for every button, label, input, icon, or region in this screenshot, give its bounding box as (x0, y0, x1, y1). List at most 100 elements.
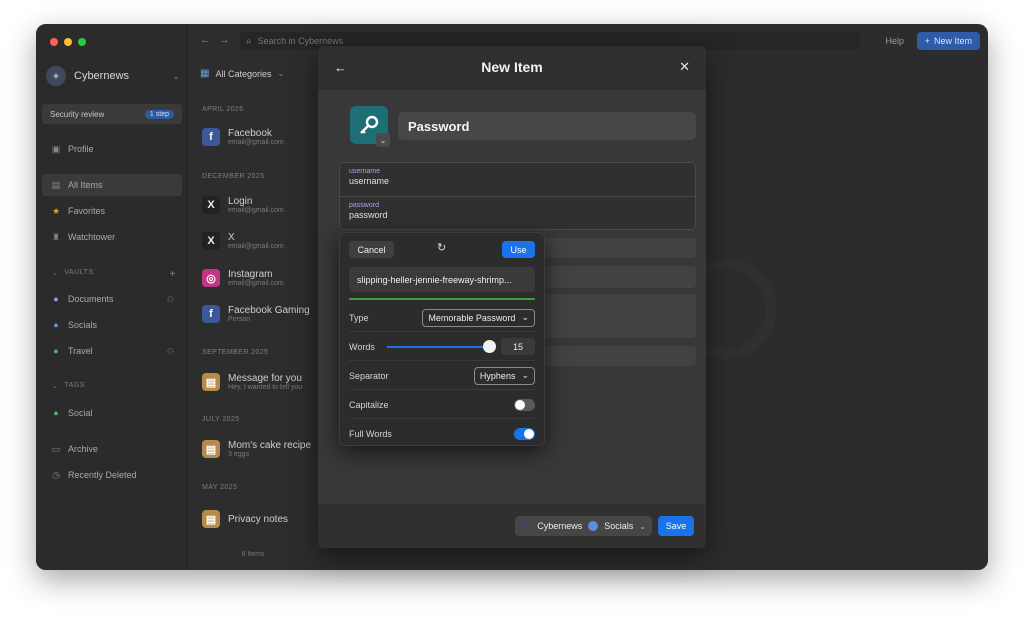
list-item-title: Facebook (228, 128, 272, 139)
separator-row: Separator Hyphens ⌄ (349, 362, 535, 390)
back-arrow-icon[interactable]: ← (200, 34, 211, 46)
list-item-title: Instagram (228, 269, 273, 280)
list-group-header: APRIL 2026 (202, 106, 244, 113)
icon-picker-button[interactable]: ⌄ (376, 133, 390, 147)
item-name-field[interactable]: Password (398, 112, 696, 140)
plus-icon[interactable]: + (170, 269, 176, 280)
list-item[interactable]: ▤ Privacy notes (202, 510, 317, 528)
sidebar-item-travel[interactable]: ● Travel ⚇ (42, 340, 182, 362)
category-filter[interactable]: ▦ All Categories ⌄ (200, 68, 284, 79)
help-button[interactable]: Help (885, 36, 904, 46)
separator-select[interactable]: Hyphens ⌄ (473, 366, 535, 385)
full-words-label: Full Words (349, 429, 392, 439)
note-icon: ▤ (202, 440, 220, 458)
sidebar-item-documents[interactable]: ● Documents ⚇ (42, 288, 182, 310)
cancel-button[interactable]: Cancel (349, 241, 394, 258)
sidebar-item-label: Recently Deleted (68, 470, 137, 480)
save-button[interactable]: Save (658, 516, 694, 536)
sidebar-item-socials[interactable]: ● Socials (42, 314, 182, 336)
list-item-title: Mom's cake recipe (228, 440, 312, 451)
security-review-banner[interactable]: Security review 1 step (42, 104, 182, 124)
words-count-input[interactable]: 15 (501, 338, 535, 355)
search-input[interactable] (257, 36, 838, 46)
sidebar-item-watchtower[interactable]: ♜ Watchtower (42, 226, 182, 248)
password-field[interactable]: password password (340, 197, 695, 231)
list-item-subtitle: Hey, I wanted to tell you (228, 384, 303, 391)
new-item-label: New Item (933, 36, 972, 46)
toggle-knob (515, 399, 525, 410)
clock-icon: ◷ (52, 469, 60, 480)
generated-password[interactable]: slipping-heller-jennie-freeway-shrimp... (349, 267, 535, 292)
full-words-toggle[interactable] (514, 428, 535, 440)
list-item-title: Privacy notes (228, 513, 289, 525)
type-row: Type Memorable Password ⌄ (349, 304, 535, 332)
archive-icon: ▭ (51, 443, 61, 454)
new-item-button[interactable]: + New Item (916, 32, 980, 50)
list-item[interactable]: ◎ Instagram email@gmail.com (202, 269, 317, 287)
list-group-header: DECEMBER 2025 (202, 173, 265, 180)
list-item[interactable]: f Facebook email@gmail.com (202, 128, 317, 146)
sidebar-item-favorites[interactable]: ★ Favorites (42, 200, 182, 222)
minimize-window-button[interactable] (64, 38, 72, 46)
use-button[interactable]: Use (502, 241, 535, 258)
list-item-subtitle: email@gmail.com (228, 139, 284, 146)
close-icon[interactable]: ✕ (679, 59, 690, 75)
capitalize-row: Capitalize (349, 391, 535, 419)
words-slider[interactable] (386, 339, 496, 353)
sidebar-item-archive[interactable]: ▭ Archive (42, 438, 182, 460)
forward-arrow-icon[interactable]: → (219, 34, 230, 46)
chevron-down-icon: ⌄ (521, 370, 529, 380)
tags-section-header[interactable]: ⌄ TAGS (52, 382, 176, 390)
sidebar-item-tag-social[interactable]: ● Social (42, 402, 182, 424)
password-strength-bar (349, 298, 535, 300)
chevron-down-icon: ⌄ (52, 270, 59, 277)
list-item-title: Message for you (228, 373, 302, 384)
dialog-header: ← New Item ✕ (318, 46, 706, 90)
plus-icon: + (924, 36, 930, 46)
vault-icon: ● (53, 346, 59, 356)
list-group-header: MAY 2025 (202, 484, 238, 491)
dialog-footer: Cybernews Socials ⌄ Save (318, 504, 706, 548)
vault-icon (588, 521, 599, 531)
item-count: 8 Items (241, 551, 265, 558)
account-switcher[interactable]: ✦ Cybernews ⌄ (46, 64, 180, 88)
list-item[interactable]: ▤ Mom's cake recipe 3 eggs (202, 440, 317, 458)
sidebar-item-label: Socials (68, 320, 98, 330)
username-field[interactable]: username username (340, 163, 695, 197)
chevron-down-icon: ⌄ (379, 135, 387, 145)
vaults-section-header[interactable]: ⌄ VAULTS + (52, 269, 176, 280)
item-list: ▦ All Categories ⌄ APRIL 2026 f Facebook… (188, 24, 318, 570)
dialog-title: New Item (481, 59, 543, 75)
tag-icon: ● (53, 408, 59, 418)
sidebar-item-label: Travel (68, 346, 93, 356)
list-item[interactable]: X X email@gmail.com (202, 232, 317, 250)
sidebar-item-label: Documents (68, 294, 114, 304)
type-select[interactable]: Memorable Password ⌄ (422, 308, 535, 327)
capitalize-toggle[interactable] (514, 398, 535, 411)
x-logo-icon: X (202, 232, 220, 250)
list-item[interactable]: X Login email@gmail.com (202, 196, 317, 214)
facebook-icon: f (202, 305, 220, 323)
sidebar-item-profile[interactable]: ▣ Profile (42, 138, 182, 160)
sidebar-item-recently-deleted[interactable]: ◷ Recently Deleted (42, 464, 182, 486)
list-item[interactable]: ▤ Message for you Hey, I wanted to tell … (202, 373, 317, 391)
sidebar-item-all-items[interactable]: ▤ All Items (42, 174, 182, 196)
slider-handle[interactable] (482, 339, 496, 353)
list-item-subtitle: email@gmail.com (228, 243, 284, 250)
facebook-icon: f (202, 128, 220, 146)
credentials-fields: username username password password (339, 162, 696, 230)
list-item[interactable]: f Facebook Gaming Person (202, 305, 317, 323)
vault-selector[interactable]: Cybernews Socials ⌄ (515, 516, 652, 536)
profile-icon: ▣ (51, 143, 61, 154)
list-item-title: X (228, 232, 235, 243)
refresh-icon[interactable]: ↻ (437, 241, 446, 254)
close-window-button[interactable] (50, 38, 58, 46)
note-icon: ▤ (202, 373, 220, 391)
account-name: Cybernews (74, 70, 130, 82)
separator-label: Separator (349, 370, 389, 381)
zoom-window-button[interactable] (78, 38, 86, 46)
field-value: password (349, 210, 388, 220)
security-review-badge: 1 step (144, 109, 174, 119)
all-items-icon: ▤ (51, 179, 61, 190)
shared-people-icon: ⚇ (166, 294, 174, 304)
